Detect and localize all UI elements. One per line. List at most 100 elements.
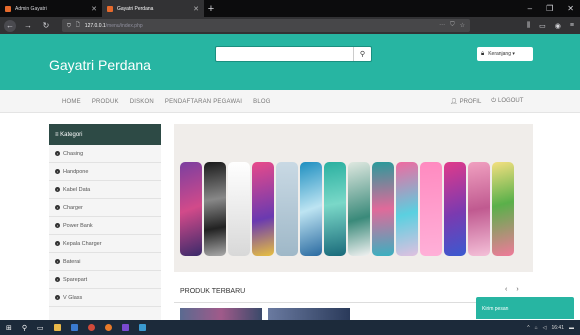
reload-icon[interactable]: ↻ [40,20,52,32]
menu-produk[interactable]: PRODUK [92,99,119,105]
category-label: Chasing [63,150,84,157]
clock[interactable]: 16:41 [551,325,564,331]
menu-home[interactable]: HOME [62,99,81,105]
phone-case-image [252,162,274,256]
category-item[interactable]: › Charger [49,199,161,217]
task-view-icon[interactable]: ▭ [37,324,44,332]
tray-arrow-icon[interactable]: ^ [527,325,529,331]
account-icon[interactable]: ◉ [555,22,561,30]
url-path: /menu/index.php [105,22,143,29]
menu-pendaftaran-pegawai[interactable]: PENDAFTARAN PEGAWAI [165,99,242,105]
phone-case-image [300,162,322,256]
phone-case-image [228,162,250,256]
store-icon[interactable] [70,324,78,331]
menu-diskon[interactable]: DISKON [130,99,154,105]
arrow-circle-icon: › [55,259,60,264]
phone-case-image [276,162,298,256]
sidebar-icon[interactable]: ▭ [539,22,546,30]
category-item[interactable]: › Handpone [49,163,161,181]
tab-title: Admin Gayatri [15,5,47,12]
file-explorer-icon[interactable] [53,324,61,331]
app-icon[interactable] [121,324,129,331]
page-info-icon[interactable]: 🗋 [76,22,80,30]
next-arrow-icon[interactable]: › [516,286,518,293]
product-thumbnail[interactable] [268,308,350,320]
category-item[interactable]: › Power Bank [49,217,161,235]
product-thumbnail[interactable] [180,308,262,320]
chrome-icon[interactable] [87,324,95,331]
app-icon[interactable] [138,324,146,331]
category-label: V Glass [63,294,83,301]
phone-case-image [444,162,466,256]
favicon-icon [107,5,113,12]
more-icon[interactable]: ··· [439,22,445,29]
cart-label: Keranjang ▾ [488,51,515,57]
hero-banner[interactable] [174,124,533,272]
cart-button[interactable]: 🔒︎ Keranjang ▾ [477,47,533,61]
pocket-icon[interactable]: ⛉ [450,22,455,29]
url-bar[interactable]: ⛉ 🗋 127.0.0.1 /menu/index.php ··· ⛉ ☆ [62,19,470,32]
search-input[interactable] [218,48,350,60]
url-host: 127.0.0.1 [84,22,106,29]
phone-case-image [372,162,394,256]
category-header: ≡ Kategori [49,124,161,145]
volume-icon[interactable]: ◁ [543,325,547,331]
arrow-circle-icon: › [55,151,60,156]
firefox-icon[interactable] [104,324,112,331]
arrow-circle-icon: › [55,295,60,300]
minimize-icon[interactable]: – [528,4,532,13]
close-icon[interactable]: ✕ [91,5,97,13]
network-icon[interactable]: ⌂ [535,325,538,331]
system-tray: ^ ⌂ ◁ 16:41 ▬ [527,325,574,331]
category-label: Charger [63,204,83,211]
tab-gayatri-perdana[interactable]: Gayatri Perdana ✕ [102,0,204,17]
tab-admin-gayatri[interactable]: Admin Gayatri ✕ [0,0,102,17]
menu-blog[interactable]: BLOG [253,99,270,105]
phone-case-image [420,162,442,256]
category-label: Power Bank [63,222,93,229]
back-icon[interactable]: ← [4,19,16,32]
arrow-circle-icon: › [55,169,60,174]
arrow-circle-icon: › [55,205,60,210]
category-item[interactable]: › Baterai [49,253,161,271]
search-button[interactable]: ⚲ [353,47,371,61]
arrow-circle-icon: › [55,277,60,282]
category-item[interactable]: › Kabel Data [49,181,161,199]
product-carousel-nav: ‹ › [505,286,519,293]
shield-icon: ⛉ [67,22,71,29]
site-header: Gayatri Perdana ⚲ 🔒︎ Keranjang ▾ [0,34,580,90]
new-tab-button[interactable]: + [204,0,218,17]
prev-arrow-icon[interactable]: ‹ [505,286,507,293]
category-label: Baterai [63,258,81,265]
windows-start-icon[interactable]: ⊞ [6,324,12,332]
category-item[interactable]: › Kepala Charger [49,235,161,253]
search-icon[interactable]: ⚲ [22,324,27,332]
close-window-icon[interactable]: ✕ [567,4,574,13]
search-bar: ⚲ [215,46,372,62]
favicon-icon [5,5,11,12]
lock-icon: 🔒︎ [481,50,485,57]
bookmark-star-icon[interactable]: ☆ [460,22,465,29]
logout-link[interactable]: ⏻ LOGOUT [491,98,523,105]
library-icon[interactable]: ⫼ [527,22,530,30]
brand-title[interactable]: Gayatri Perdana [49,57,151,73]
close-icon[interactable]: ✕ [193,5,199,13]
browser-toolbar-right: ⫼ ▭ ◉ ≡ [527,19,574,32]
logout-icon: ⏻ [491,98,497,104]
category-item[interactable]: › Sparepart [49,271,161,289]
category-label: Kabel Data [63,186,91,193]
maximize-icon[interactable]: ❐ [546,4,553,13]
menu-icon[interactable]: ≡ [570,22,574,29]
phone-case-image [348,162,370,256]
profile-link[interactable]: 👤︎ PROFIL [450,98,481,105]
os-taskbar: ⊞ ⚲ ▭ ^ ⌂ ◁ 16:41 ▬ [0,320,580,335]
arrow-circle-icon: › [55,223,60,228]
phone-case-image [204,162,226,256]
phone-case-image [180,162,202,256]
chat-widget[interactable]: Kirim pesan [476,297,574,319]
notification-icon[interactable]: ▬ [569,325,574,331]
section-title-latest-products: PRODUK TERBARU [180,288,246,295]
forward-icon[interactable]: → [22,20,34,32]
category-item[interactable]: › V Glass [49,289,161,307]
category-item[interactable]: › Chasing [49,145,161,163]
